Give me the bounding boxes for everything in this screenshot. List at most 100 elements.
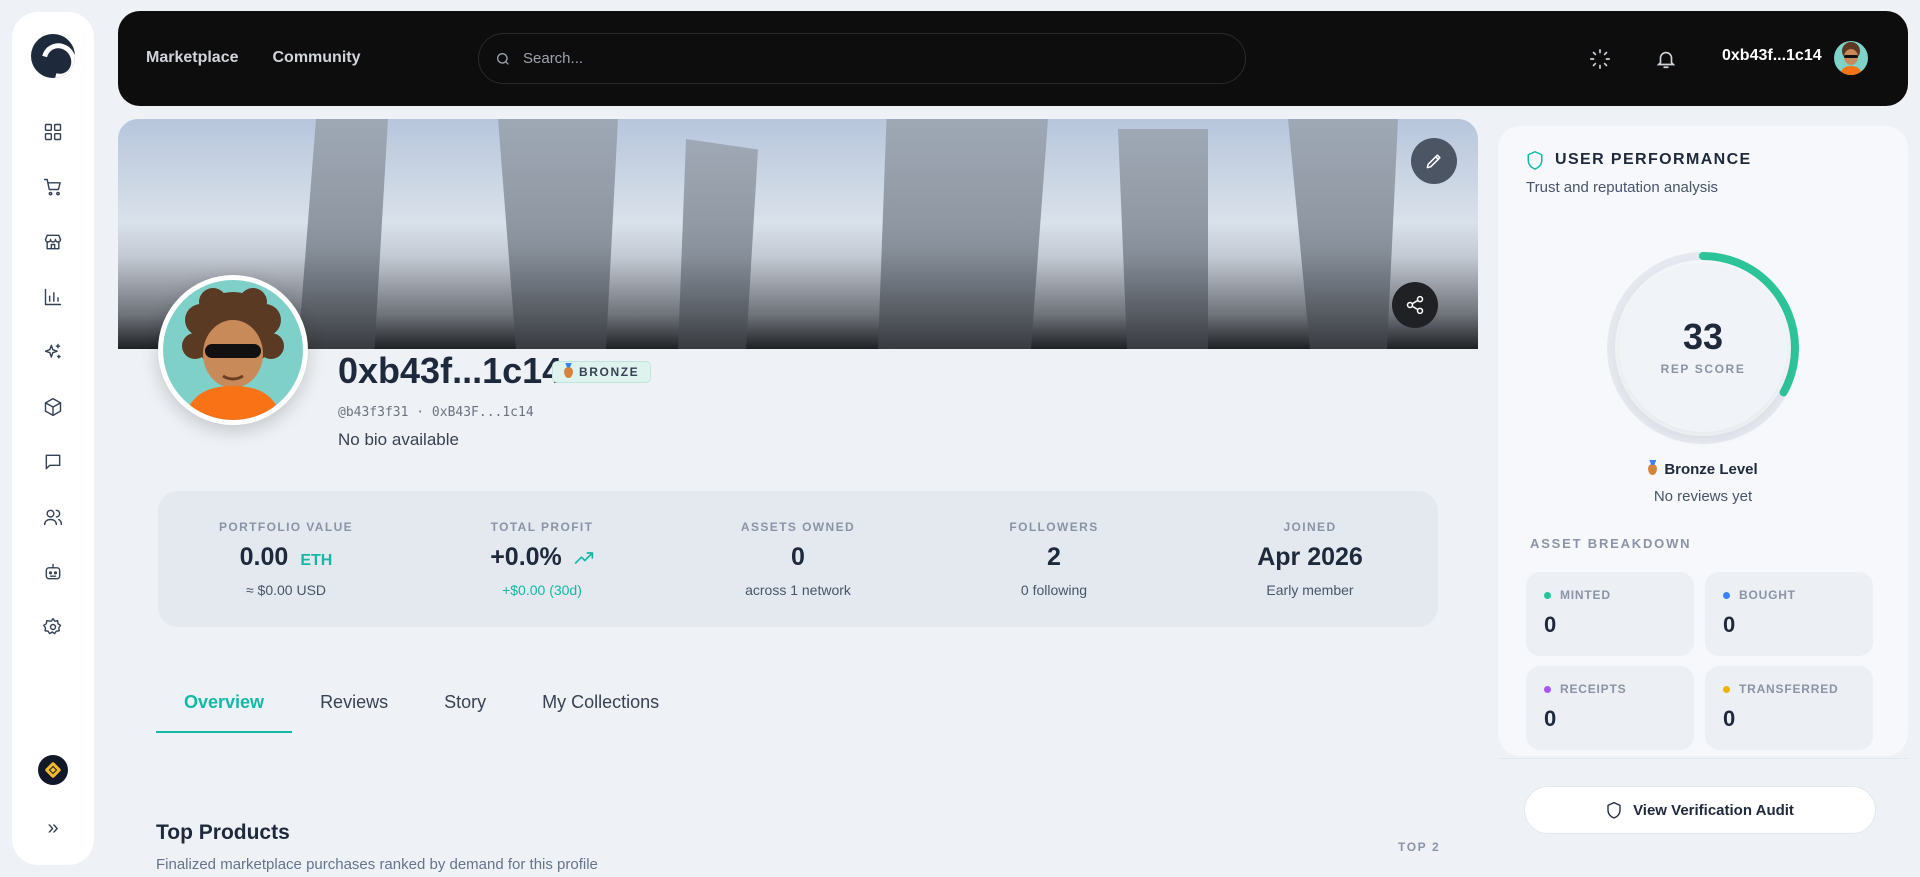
top-products-count: TOP 2 [1398,840,1441,854]
sparkles-icon [44,343,61,359]
search-input[interactable] [523,50,1203,67]
stat-sub: Early member [1266,582,1354,598]
stat-followers: FOLLOWERS 2 0 following [926,491,1182,627]
stat-value: 0 [791,543,805,571]
stat-total-profit: TOTAL PROFIT +0.0% +$0.00 (30d) [414,491,670,627]
stat-value-row: 0.00 ETH [158,543,414,572]
reviews-status: No reviews yet [1653,488,1753,505]
breakdown-label: BOUGHT [1739,588,1796,602]
medal-icon [564,366,573,378]
sidebar-item-messages[interactable] [33,442,73,482]
stat-label: PORTFOLIO VALUE [218,520,354,534]
nav-community[interactable]: Community [273,49,361,67]
expand-sidebar-icon[interactable]: » [38,813,68,843]
bell-icon[interactable] [1654,47,1678,71]
users-icon [43,509,63,526]
user-performance-panel: USER PERFORMANCE Trust and reputation an… [1498,126,1908,756]
tab-story[interactable]: Story [416,684,514,733]
stat-value: 0.00 [239,543,289,571]
bar-chart-icon [44,288,62,306]
sidebar-bottom: » [12,755,94,865]
status-dot [1544,685,1551,693]
top-products-subtitle: Finalized marketplace purchases ranked b… [156,856,598,873]
stat-label: FOLLOWERS [1009,520,1099,534]
sidebar: » [12,12,94,865]
breakdown-minted: MINTED 0 [1526,572,1694,656]
tab-overview[interactable]: Overview [156,684,293,733]
banner-rock [498,119,618,349]
top-header: Marketplace Community 0xb43f...1c14 [118,11,1908,106]
wallet-address[interactable]: 0xb43f...1c14 [1722,47,1822,65]
stat-value-row: 2 [926,543,1182,572]
profile-avatar[interactable] [158,275,308,425]
share-profile-button[interactable] [1392,282,1438,328]
breakdown-label-row: BOUGHT [1723,588,1855,602]
trending-up-icon [574,552,593,564]
stat-value-row: +0.0% [414,543,670,572]
pencil-icon [1426,154,1441,169]
sidebar-item-ai[interactable] [33,332,73,372]
banner-rock [878,119,1048,349]
breakdown-receipts: RECEIPTS 0 [1526,666,1694,750]
profile-tabs: Overview Reviews Story My Collections [156,684,687,733]
gear-icon [43,617,62,635]
panel-divider [1498,758,1908,759]
loader-icon[interactable] [1588,47,1612,71]
sidebar-item-bot[interactable] [33,552,73,592]
edit-banner-button[interactable] [1411,138,1457,184]
stat-sub: across 1 network [745,582,851,598]
banner-rock [298,119,388,349]
performance-title: USER PERFORMANCE [1555,151,1752,168]
shield-icon [1527,151,1543,170]
profile-stats: PORTFOLIO VALUE 0.00 ETH ≈ $0.00 USD TOT… [158,491,1438,627]
top-products-title: Top Products [156,821,290,844]
stat-joined: JOINED Apr 2026 Early member [1182,491,1438,627]
sidebar-item-analytics[interactable] [33,277,73,317]
status-dot [1723,685,1730,693]
dashboard-icon [44,123,62,141]
gauge-center: 33 REP SCORE [1619,264,1787,432]
stat-sub: +$0.00 (30d) [502,582,582,598]
header-avatar[interactable] [1834,41,1868,75]
banner-rock [1288,119,1398,349]
network-bnb-icon[interactable] [38,755,68,785]
performance-header: USER PERFORMANCE [1526,150,1752,170]
stat-unit: ETH [300,552,333,569]
asset-breakdown-grid: MINTED 0 BOUGHT 0 RECEIPTS 0 TRANSFERRED… [1526,572,1873,750]
stat-label: JOINED [1283,520,1337,534]
sidebar-item-settings[interactable] [33,607,73,647]
breakdown-label-row: RECEIPTS [1544,682,1676,696]
message-icon [45,454,61,470]
profile-bio: No bio available [338,430,459,449]
search-icon [497,52,509,65]
breakdown-value: 0 [1544,706,1557,731]
audit-button-label: View Verification Audit [1633,801,1794,819]
app-logo[interactable] [31,34,75,78]
stat-value-row: 0 [670,543,926,572]
tab-reviews[interactable]: Reviews [292,684,416,733]
stat-value: Apr 2026 [1257,543,1363,571]
view-verification-audit-button[interactable]: View Verification Audit [1524,786,1876,834]
sidebar-item-dashboard[interactable] [33,112,73,152]
profile-handle: @b43f3f31 · 0xB43F...1c14 [338,405,534,420]
sidebar-nav [33,112,73,662]
rep-score-label: REP SCORE [1660,362,1746,376]
nav-marketplace[interactable]: Marketplace [146,49,239,67]
banner-rock [1118,129,1208,349]
stat-portfolio-value: PORTFOLIO VALUE 0.00 ETH ≈ $0.00 USD [158,491,414,627]
sidebar-item-users[interactable] [33,497,73,537]
status-dot [1723,591,1730,599]
rep-score-gauge: 33 REP SCORE [1603,248,1803,448]
asset-breakdown-title: ASSET BREAKDOWN [1530,536,1692,551]
level-label: Bronze Level [1664,461,1758,478]
tab-my-collections[interactable]: My Collections [514,684,687,733]
profile-name: 0xb43f...1c14 [338,350,563,391]
sidebar-item-cart[interactable] [33,167,73,207]
rep-score-value: 33 [1682,316,1724,357]
breakdown-label: TRANSFERRED [1739,682,1839,696]
breakdown-label-row: TRANSFERRED [1723,682,1855,696]
sidebar-item-assets[interactable] [33,387,73,427]
sidebar-item-store[interactable] [33,222,73,262]
level-row: Bronze Level [1498,461,1908,478]
breakdown-label-row: MINTED [1544,588,1676,602]
